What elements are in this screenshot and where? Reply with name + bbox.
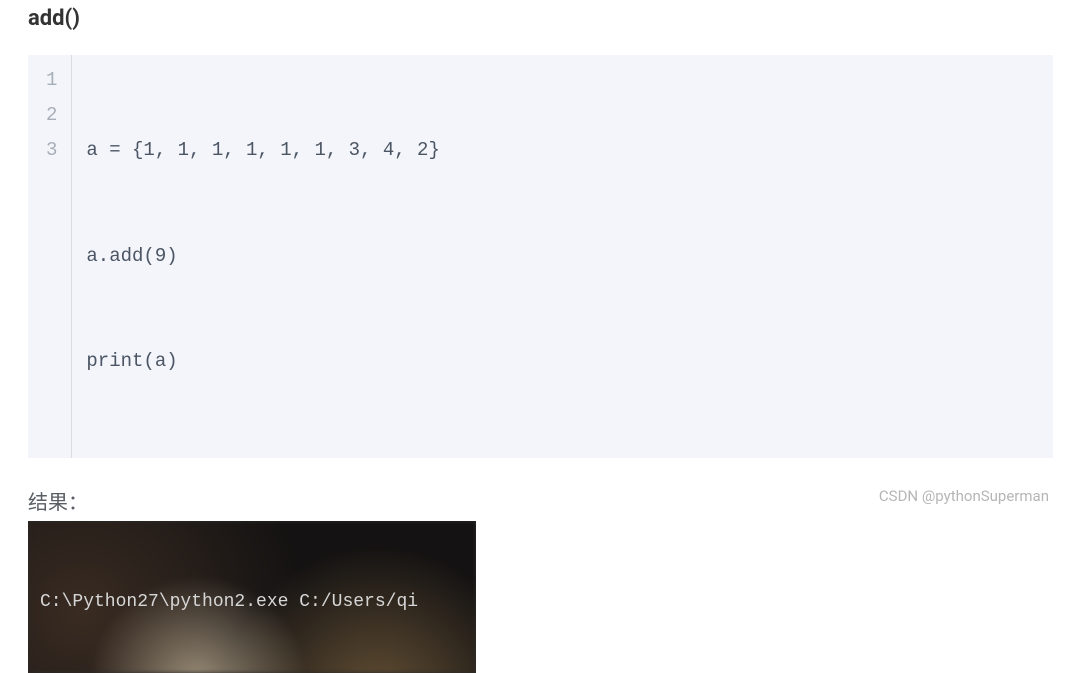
line-number: 3 [46, 133, 57, 168]
code-content: a = {1, 1, 1, 1, 1, 1, 3, 4, 2} a.add(9)… [72, 55, 453, 458]
section-heading: add() [0, 0, 1065, 31]
line-number: 2 [46, 98, 57, 133]
terminal-output: C:\Python27\python2.exe C:/Users/qi set(… [28, 521, 476, 673]
code-line: a.add(9) [86, 239, 439, 274]
terminal-line: C:\Python27\python2.exe C:/Users/qi [40, 588, 464, 617]
code-line: a = {1, 1, 1, 1, 1, 1, 3, 4, 2} [86, 133, 439, 168]
code-block: 1 2 3 a = {1, 1, 1, 1, 1, 1, 3, 4, 2} a.… [28, 55, 1053, 458]
terminal-text: C:\Python27\python2.exe C:/Users/qi set(… [28, 521, 476, 673]
line-number: 1 [46, 63, 57, 98]
line-number-gutter: 1 2 3 [28, 55, 72, 458]
code-line: print(a) [86, 344, 439, 379]
watermark: CSDN @pythonSuperman [879, 487, 1049, 505]
